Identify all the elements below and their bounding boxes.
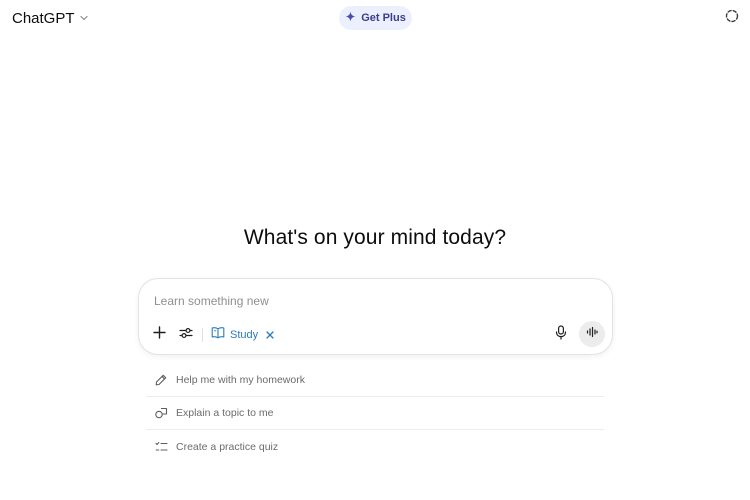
study-chip-label: Study: [230, 329, 259, 341]
temporary-chat-button[interactable]: [722, 8, 742, 28]
page-title: What's on your mind today?: [243, 226, 507, 249]
get-plus-label: Get Plus: [361, 12, 406, 24]
suggestion-item[interactable]: Create a practice quiz: [146, 430, 604, 463]
suggestion-list: Help me with my homework Explain a topic…: [146, 364, 604, 463]
study-mode-chip[interactable]: Study: [211, 325, 274, 345]
chevron-down-icon: [79, 13, 89, 23]
add-attachment-button[interactable]: [149, 325, 169, 345]
plus-icon: [152, 326, 166, 344]
sparkle-icon: [345, 9, 356, 27]
voice-mode-button[interactable]: [579, 321, 605, 347]
shapes-icon: [154, 406, 168, 420]
model-selector[interactable]: ChatGPT: [12, 8, 89, 28]
model-name: ChatGPT: [12, 9, 75, 27]
pencil-icon: [154, 373, 168, 387]
sliders-icon: [179, 326, 193, 344]
checklist-icon: [154, 440, 168, 454]
suggestion-item[interactable]: Help me with my homework: [146, 364, 604, 397]
microphone-icon: [555, 325, 567, 345]
tools-button[interactable]: [176, 325, 196, 345]
get-plus-button[interactable]: Get Plus: [339, 6, 412, 30]
suggestion-label: Help me with my homework: [176, 374, 305, 386]
dashed-circle-icon: [725, 9, 739, 28]
audio-waveform-icon: [586, 325, 598, 343]
close-icon[interactable]: [266, 331, 274, 339]
chatgpt-home: ChatGPT Get Plus What's on your mind tod…: [0, 0, 750, 500]
suggestion-item[interactable]: Explain a topic to me: [146, 397, 604, 430]
dictate-button[interactable]: [551, 325, 571, 345]
book-icon: [211, 326, 225, 344]
suggestion-label: Create a practice quiz: [176, 440, 279, 453]
suggestion-label: Explain a topic to me: [176, 407, 274, 419]
composer: Study: [138, 278, 613, 355]
prompt-input[interactable]: [154, 291, 594, 311]
toolbar-divider: [202, 328, 203, 342]
